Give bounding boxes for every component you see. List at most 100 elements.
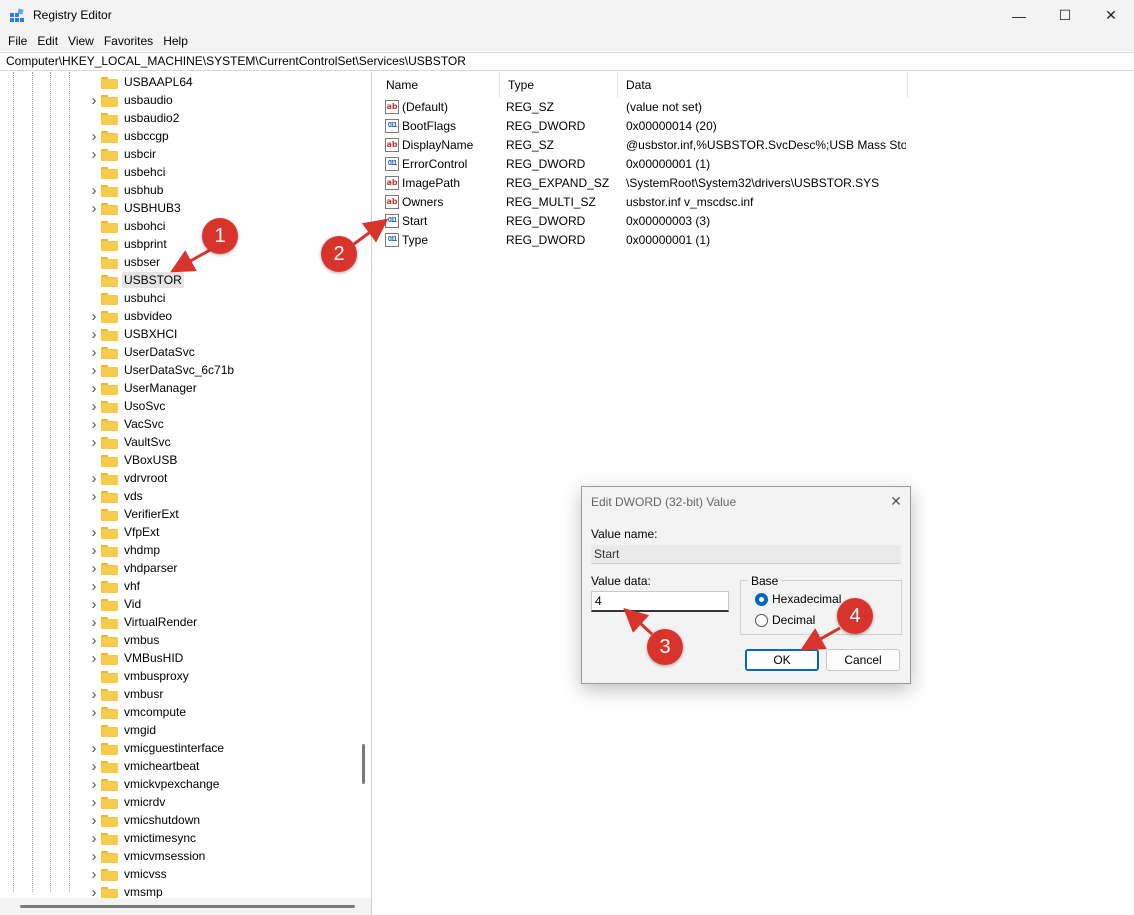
tree-item[interactable]: USBAAPL64: [88, 73, 195, 91]
menu-edit[interactable]: Edit: [32, 31, 63, 51]
dialog-close-button[interactable]: ✕: [886, 491, 906, 511]
minimize-button[interactable]: —: [996, 0, 1042, 31]
tree-item[interactable]: usbprint: [88, 235, 169, 253]
value-row[interactable]: ab (Default) REG_SZ (value not set): [378, 98, 1134, 117]
chevron-right-icon[interactable]: ›: [88, 758, 100, 775]
tree-item[interactable]: › vmicvss: [88, 865, 169, 883]
tree-item[interactable]: › usbcir: [88, 145, 158, 163]
value-row[interactable]: ab DisplayName REG_SZ @usbstor.inf,%USBSTOR…: [378, 136, 1134, 155]
chevron-right-icon[interactable]: ›: [88, 326, 100, 343]
tree-item[interactable]: › usbvideo: [88, 307, 174, 325]
menu-view[interactable]: View: [63, 31, 99, 51]
tree-item[interactable]: usbohci: [88, 217, 167, 235]
tree-item[interactable]: › Vid: [88, 595, 143, 613]
chevron-right-icon[interactable]: ›: [88, 398, 100, 415]
tree-item[interactable]: usbehci: [88, 163, 167, 181]
value-data-field[interactable]: [591, 591, 729, 612]
chevron-right-icon[interactable]: ›: [88, 686, 100, 703]
tree-item[interactable]: › vmicguestinterface: [88, 739, 226, 757]
close-button[interactable]: ✕: [1088, 0, 1134, 31]
tree-item[interactable]: VerifierExt: [88, 505, 181, 523]
chevron-right-icon[interactable]: ›: [88, 200, 100, 217]
radio-checked-icon[interactable]: [755, 592, 768, 606]
column-header-data[interactable]: Data: [618, 72, 908, 98]
tree-item[interactable]: › VaultSvc: [88, 433, 172, 451]
tree-item[interactable]: › UserDataSvc: [88, 343, 197, 361]
chevron-right-icon[interactable]: ›: [88, 794, 100, 811]
chevron-right-icon[interactable]: ›: [88, 470, 100, 487]
tree-item[interactable]: VBoxUSB: [88, 451, 179, 469]
chevron-right-icon[interactable]: ›: [88, 92, 100, 109]
tree-item[interactable]: › UserDataSvc_6c71b: [88, 361, 236, 379]
tree-item[interactable]: › USBHUB3: [88, 199, 183, 217]
menu-favorites[interactable]: Favorites: [99, 31, 158, 51]
chevron-right-icon[interactable]: ›: [88, 380, 100, 397]
tree-item[interactable]: › vmicshutdown: [88, 811, 202, 829]
chevron-right-icon[interactable]: ›: [88, 704, 100, 721]
chevron-right-icon[interactable]: ›: [88, 524, 100, 541]
decimal-option[interactable]: Decimal: [755, 613, 815, 627]
radio-unchecked-icon[interactable]: [755, 613, 768, 627]
value-row[interactable]: ab Owners REG_MULTI_SZ usbstor.inf v_mscdsc…: [378, 193, 1134, 212]
tree-item[interactable]: › usbccgp: [88, 127, 171, 145]
tree-item[interactable]: › vds: [88, 487, 145, 505]
tree-item[interactable]: usbaudio2: [88, 109, 181, 127]
chevron-right-icon[interactable]: ›: [88, 362, 100, 379]
chevron-right-icon[interactable]: ›: [88, 596, 100, 613]
value-row[interactable]: 011 ErrorControl REG_DWORD 0x00000001 (1): [378, 155, 1134, 174]
tree-item[interactable]: › vmcompute: [88, 703, 188, 721]
chevron-right-icon[interactable]: ›: [88, 182, 100, 199]
chevron-right-icon[interactable]: ›: [88, 578, 100, 595]
tree-item[interactable]: › USBXHCI: [88, 325, 179, 343]
tree-item[interactable]: › vdrvroot: [88, 469, 169, 487]
tree-item[interactable]: usbuhci: [88, 289, 167, 307]
tree-item[interactable]: › UsoSvc: [88, 397, 167, 415]
tree-item[interactable]: › vmicrdv: [88, 793, 167, 811]
tree-item[interactable]: USBSTOR: [88, 271, 184, 289]
maximize-button[interactable]: ☐: [1042, 0, 1088, 31]
tree-item[interactable]: vmbusproxy: [88, 667, 191, 685]
chevron-right-icon[interactable]: ›: [88, 344, 100, 361]
chevron-right-icon[interactable]: ›: [88, 146, 100, 163]
tree-item[interactable]: › VfpExt: [88, 523, 161, 541]
chevron-right-icon[interactable]: ›: [88, 866, 100, 883]
value-row[interactable]: 011 BootFlags REG_DWORD 0x00000014 (20): [378, 117, 1134, 136]
value-name-field[interactable]: [591, 545, 901, 564]
tree-item[interactable]: › VirtualRender: [88, 613, 199, 631]
menu-help[interactable]: Help: [158, 31, 193, 51]
column-header-type[interactable]: Type: [500, 72, 618, 98]
value-row[interactable]: 011 Type REG_DWORD 0x00000001 (1): [378, 231, 1134, 250]
chevron-right-icon[interactable]: ›: [88, 434, 100, 451]
menu-file[interactable]: File: [3, 31, 32, 51]
value-row[interactable]: 011 Start REG_DWORD 0x00000003 (3): [378, 212, 1134, 231]
tree-item[interactable]: › vmictimesync: [88, 829, 198, 847]
horizontal-scroll-thumb[interactable]: [20, 905, 355, 908]
vertical-scroll-thumb[interactable]: [362, 744, 365, 784]
tree-item[interactable]: usbser: [88, 253, 162, 271]
tree-item[interactable]: › vmbusr: [88, 685, 165, 703]
tree-item[interactable]: › vmicvmsession: [88, 847, 207, 865]
tree-item[interactable]: › vhf: [88, 577, 142, 595]
value-row[interactable]: ab ImagePath REG_EXPAND_SZ \SystemRoot\Syst…: [378, 174, 1134, 193]
hexadecimal-option[interactable]: Hexadecimal: [755, 592, 841, 606]
tree-item[interactable]: › vmbus: [88, 631, 161, 649]
tree-item[interactable]: › vhdmp: [88, 541, 162, 559]
chevron-right-icon[interactable]: ›: [88, 560, 100, 577]
chevron-right-icon[interactable]: ›: [88, 488, 100, 505]
tree-item[interactable]: › usbhub: [88, 181, 165, 199]
ok-button[interactable]: OK: [745, 649, 819, 671]
chevron-right-icon[interactable]: ›: [88, 128, 100, 145]
chevron-right-icon[interactable]: ›: [88, 542, 100, 559]
tree-item[interactable]: › vmicheartbeat: [88, 757, 201, 775]
cancel-button[interactable]: Cancel: [826, 649, 900, 671]
chevron-right-icon[interactable]: ›: [88, 308, 100, 325]
chevron-right-icon[interactable]: ›: [88, 416, 100, 433]
tree-item[interactable]: › VMBusHID: [88, 649, 185, 667]
chevron-right-icon[interactable]: ›: [88, 740, 100, 757]
tree-item[interactable]: › vmickvpexchange: [88, 775, 221, 793]
chevron-right-icon[interactable]: ›: [88, 650, 100, 667]
tree-item[interactable]: › UserManager: [88, 379, 199, 397]
chevron-right-icon[interactable]: ›: [88, 632, 100, 649]
tree-item[interactable]: › vhdparser: [88, 559, 179, 577]
tree-item[interactable]: › VacSvc: [88, 415, 166, 433]
